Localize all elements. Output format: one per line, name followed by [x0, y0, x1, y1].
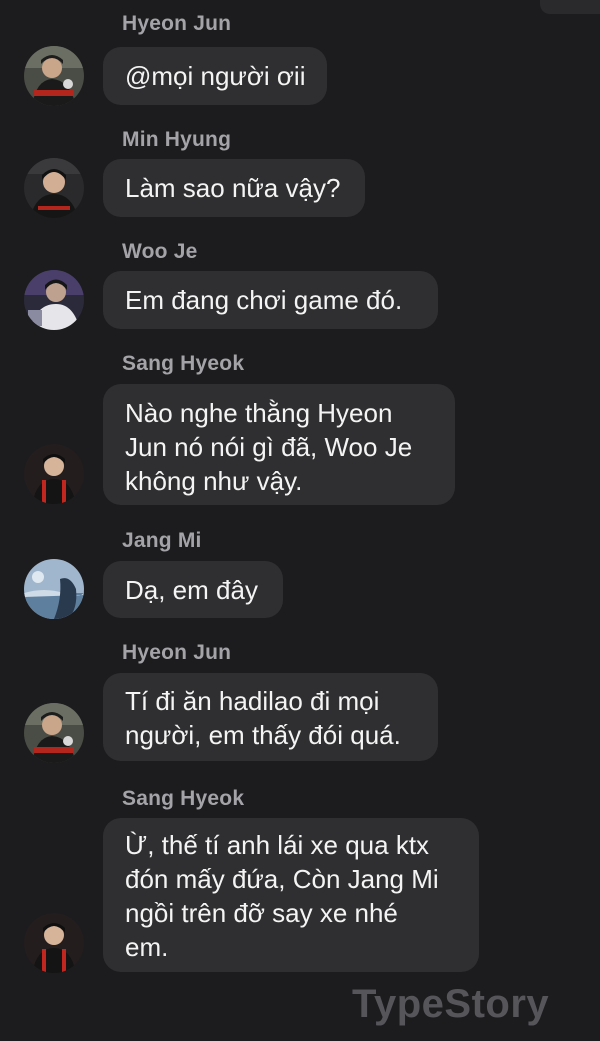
sang-hyeok-avatar[interactable] [24, 444, 84, 504]
sender-name: Hyeon Jun [122, 12, 232, 35]
sender-name: Sang Hyeok [122, 787, 245, 810]
message-text: Làm sao nữa vậy? [125, 173, 341, 203]
message-text: người, em thấy đói quá. [125, 720, 401, 750]
chat-thread: Hyeon Jun @mọi người ơii Min Hyung Làm s… [0, 0, 600, 1041]
sender-name: Woo Je [122, 240, 198, 263]
sender-name: Sang Hyeok [122, 352, 245, 375]
sender-name: Jang Mi [122, 529, 202, 552]
message-bubble[interactable]: Tí đi ăn hadilao đi mọi người, em thấy đ… [103, 673, 438, 761]
message-text: Em đang chơi game đó. [125, 285, 403, 315]
woo-je-avatar[interactable] [24, 270, 84, 330]
message-text: Tí đi ăn hadilao đi mọi [125, 686, 380, 716]
hyeon-jun-avatar[interactable] [24, 703, 84, 763]
message-text: đón mấy đứa, Còn Jang Mi [125, 864, 439, 894]
message-text: Nào nghe thằng Hyeon [125, 398, 393, 428]
message-bubble[interactable]: @mọi người ơii [103, 47, 327, 105]
message-text: @mọi người ơii [125, 61, 306, 91]
min-hyung-avatar[interactable] [24, 158, 84, 218]
typestory-watermark: TypeStory [352, 982, 550, 1026]
message-text: Jun nó nói gì đã, Woo Je [125, 432, 413, 462]
hyeon-jun-avatar[interactable] [24, 46, 84, 106]
sang-hyeok-avatar[interactable] [24, 913, 84, 973]
message-text: ngồi trên đỡ say xe nhé [125, 898, 398, 928]
top-edge-shadow [540, 0, 600, 14]
message-bubble[interactable]: Ừ, thế tí anh lái xe qua ktx đón mấy đứa… [103, 818, 479, 972]
message-text: Dạ, em đây [125, 575, 258, 605]
sender-name: Hyeon Jun [122, 641, 232, 664]
jang-mi-avatar[interactable] [24, 559, 84, 619]
message-text: không như vậy. [125, 466, 303, 496]
message-text: em. [125, 932, 169, 962]
message-bubble[interactable]: Làm sao nữa vậy? [103, 159, 365, 217]
message-bubble[interactable]: Dạ, em đây [103, 561, 283, 618]
message-bubble[interactable]: Nào nghe thằng Hyeon Jun nó nói gì đã, W… [103, 384, 455, 505]
message-bubble[interactable]: Em đang chơi game đó. [103, 271, 438, 329]
message-text: Ừ, thế tí anh lái xe qua ktx [125, 830, 430, 860]
sender-name: Min Hyung [122, 128, 232, 151]
